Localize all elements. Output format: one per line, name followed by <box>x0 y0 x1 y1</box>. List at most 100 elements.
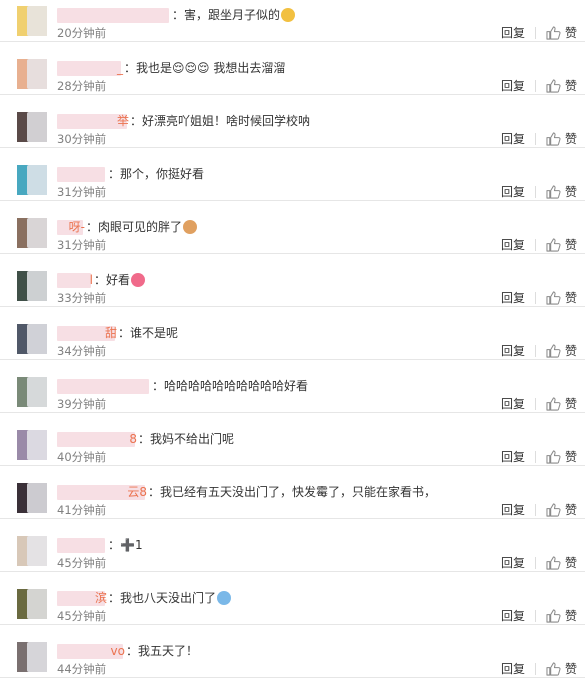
username-link[interactable]: 滨 <box>57 590 107 606</box>
comment-separator: ： <box>118 326 131 340</box>
username-link[interactable]: l <box>57 272 93 288</box>
username-link[interactable]: 甜 <box>57 325 117 341</box>
avatar[interactable] <box>17 271 47 301</box>
comment-item: ： ➕1 45分钟前 回复 赞 <box>0 519 585 572</box>
avatar[interactable] <box>17 112 47 142</box>
username-link[interactable] <box>57 537 105 553</box>
reply-button[interactable]: 回复 <box>501 556 536 569</box>
comment-line: _ ： 我也是😌😌😌 我想出去溜溜 <box>57 60 285 76</box>
username-link[interactable]: 呀- <box>57 219 85 235</box>
comment-separator: ： <box>126 644 139 658</box>
avatar-mosaic <box>27 271 47 301</box>
username-visible-part: 呀- <box>68 219 85 234</box>
comment-item: 8 ： 我妈不给出门呢 40分钟前 回复 赞 <box>0 413 585 466</box>
avatar[interactable] <box>17 430 47 460</box>
reply-button[interactable]: 回复 <box>501 344 536 357</box>
avatar-mosaic <box>27 483 47 513</box>
like-label: 赞 <box>564 397 577 411</box>
reply-button[interactable]: 回复 <box>501 238 536 251</box>
like-button[interactable]: 赞 <box>546 77 577 94</box>
like-button[interactable]: 赞 <box>546 395 577 412</box>
comment-text: 我妈不给出门呢 <box>150 432 235 446</box>
username-visible-part: vo <box>110 643 125 658</box>
username-link[interactable] <box>57 7 169 23</box>
avatar[interactable] <box>17 536 47 566</box>
comment-actions: 回复 赞 <box>501 607 577 624</box>
comment-line: ： 害，跟坐月子似的 <box>57 7 296 23</box>
comment-text: 谁不是呢 <box>130 326 179 340</box>
reply-button[interactable]: 回复 <box>501 397 536 410</box>
like-label: 赞 <box>564 79 577 93</box>
comment-separator: ： <box>152 379 165 393</box>
reply-button[interactable]: 回复 <box>501 291 536 304</box>
comment-text: 那个，你挺好看 <box>120 167 205 181</box>
comment-actions: 回复 赞 <box>501 395 577 412</box>
comment-actions: 回复 赞 <box>501 24 577 41</box>
avatar[interactable] <box>17 165 47 195</box>
username-link[interactable]: vo <box>57 643 125 659</box>
sweat-emoji <box>217 591 232 605</box>
comment-time: 28分钟前 <box>57 79 107 93</box>
comment-separator: ： <box>108 167 121 181</box>
thumbs-up-icon <box>546 131 561 146</box>
comment-item: 甜 ： 谁不是呢 34分钟前 回复 赞 <box>0 307 585 360</box>
like-button[interactable]: 赞 <box>546 501 577 518</box>
reply-button[interactable]: 回复 <box>501 132 536 145</box>
like-label: 赞 <box>564 238 577 252</box>
avatar[interactable] <box>17 324 47 354</box>
comment-line: 甜 ： 谁不是呢 <box>57 325 178 341</box>
avatar[interactable] <box>17 377 47 407</box>
avatar[interactable] <box>17 483 47 513</box>
comment-separator: ： <box>108 591 121 605</box>
thumbs-up-icon <box>546 78 561 93</box>
avatar[interactable] <box>17 642 47 672</box>
reply-button[interactable]: 回复 <box>501 450 536 463</box>
comment-item: _ ： 我也是😌😌😌 我想出去溜溜 28分钟前 回复 赞 <box>0 42 585 95</box>
avatar-mosaic <box>27 589 47 619</box>
like-button[interactable]: 赞 <box>546 236 577 253</box>
avatar[interactable] <box>17 589 47 619</box>
like-button[interactable]: 赞 <box>546 554 577 571</box>
like-label: 赞 <box>564 132 577 146</box>
reply-button[interactable]: 回复 <box>501 185 536 198</box>
comment-separator: ： <box>108 538 121 552</box>
avatar[interactable] <box>17 218 47 248</box>
avatar-mosaic <box>27 6 47 36</box>
comment-actions: 回复 赞 <box>501 183 577 200</box>
thumbs-up-icon <box>546 25 561 40</box>
reply-button[interactable]: 回复 <box>501 79 536 92</box>
comment-separator: ： <box>94 273 107 287</box>
like-button[interactable]: 赞 <box>546 607 577 624</box>
like-label: 赞 <box>564 662 577 676</box>
username-link[interactable]: _ <box>57 60 123 76</box>
avatar[interactable] <box>17 6 47 36</box>
username-visible-part: 8 <box>129 431 137 446</box>
comment-separator: ： <box>124 61 137 75</box>
like-button[interactable]: 赞 <box>546 448 577 465</box>
like-button[interactable]: 赞 <box>546 660 577 677</box>
comment-time: 34分钟前 <box>57 344 107 358</box>
comment-actions: 回复 赞 <box>501 77 577 94</box>
username-link[interactable]: 8 <box>57 431 137 447</box>
reply-button[interactable]: 回复 <box>501 26 536 39</box>
username-link[interactable] <box>57 378 149 394</box>
comment-item: vo ： 我五天了！ 44分钟前 回复 赞 <box>0 625 585 678</box>
comment-time: 44分钟前 <box>57 662 107 676</box>
avatar-mosaic <box>27 642 47 672</box>
like-button[interactable]: 赞 <box>546 24 577 41</box>
username-link[interactable] <box>57 166 105 182</box>
comment-time: 31分钟前 <box>57 238 107 252</box>
like-button[interactable]: 赞 <box>546 342 577 359</box>
avatar[interactable] <box>17 59 47 89</box>
like-button[interactable]: 赞 <box>546 183 577 200</box>
reply-button[interactable]: 回复 <box>501 662 536 675</box>
comment-separator: ： <box>86 220 99 234</box>
comment-item: ： 害，跟坐月子似的 20分钟前 回复 赞 <box>0 0 585 42</box>
reply-button[interactable]: 回复 <box>501 609 536 622</box>
like-button[interactable]: 赞 <box>546 130 577 147</box>
username-link[interactable]: 云8 <box>57 484 147 500</box>
comment-line: 呀- ： 肉眼可见的胖了 <box>57 219 198 235</box>
like-button[interactable]: 赞 <box>546 289 577 306</box>
reply-button[interactable]: 回复 <box>501 503 536 516</box>
username-link[interactable]: 举 <box>57 113 129 129</box>
